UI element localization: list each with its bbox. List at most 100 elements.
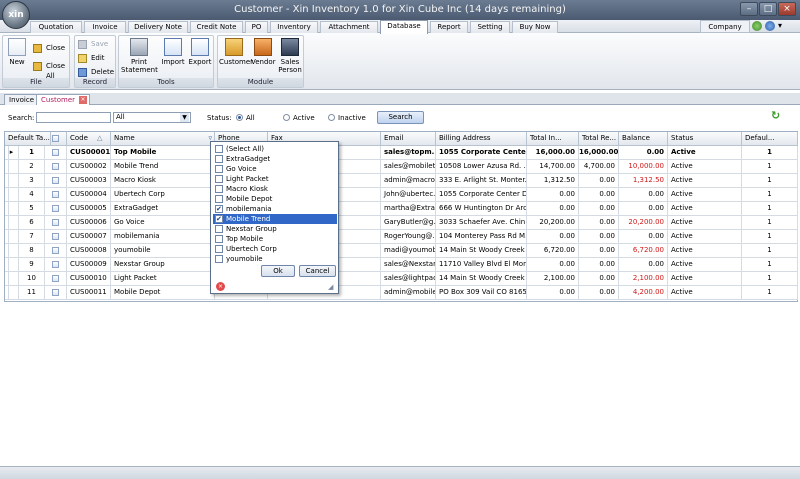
tab-quotation[interactable]: Quotation — [30, 21, 82, 33]
tab-report[interactable]: Report — [430, 21, 468, 33]
column-header-status[interactable]: Status — [668, 132, 742, 146]
row-checkbox[interactable] — [52, 275, 59, 282]
column-header-name[interactable]: Name ▿ — [111, 132, 215, 146]
row-select-cell[interactable] — [45, 258, 67, 272]
print-statement-button[interactable]: Print Statement — [121, 38, 158, 74]
row-checkbox[interactable] — [52, 219, 59, 226]
filter-checkbox[interactable] — [215, 175, 223, 183]
column-header-billing-address[interactable]: Billing Address — [436, 132, 527, 146]
filter-option[interactable]: Light Packet — [213, 174, 337, 184]
filter-option[interactable]: mobilemania — [213, 204, 337, 214]
column-header-balance[interactable]: Balance — [619, 132, 668, 146]
row-select-cell[interactable] — [45, 216, 67, 230]
filter-checkbox[interactable] — [215, 165, 223, 173]
select-all-checkbox[interactable] — [52, 135, 59, 142]
row-select-cell[interactable] — [45, 188, 67, 202]
close-all-button[interactable]: Close All — [33, 61, 69, 80]
tab-credit-note[interactable]: Credit Note — [190, 21, 243, 33]
tab-attachment[interactable]: Attachment — [320, 21, 378, 33]
row-checkbox[interactable] — [52, 191, 59, 198]
row-select-cell[interactable] — [45, 272, 67, 286]
status-inactive-radio[interactable] — [328, 114, 335, 121]
filter-option[interactable]: Mobile Depot — [213, 194, 337, 204]
filter-option[interactable]: Go Voice — [213, 164, 337, 174]
resize-grip-icon[interactable]: ◢ — [328, 283, 337, 292]
ok-button[interactable]: Ok — [261, 265, 295, 277]
row-select-cell[interactable] — [45, 286, 67, 300]
tab-invoice[interactable]: Invoice — [4, 94, 40, 105]
tab-po[interactable]: PO — [245, 21, 268, 33]
column-header-total-re[interactable]: Total Re... — [579, 132, 619, 146]
export-button[interactable]: Export — [188, 38, 212, 66]
tab-database[interactable]: Database — [380, 20, 428, 34]
filter-checkbox[interactable] — [215, 145, 223, 153]
filter-checkbox[interactable] — [215, 155, 223, 163]
row-select-cell[interactable] — [45, 146, 67, 160]
sales-person-button[interactable]: Sales Person — [277, 38, 303, 74]
row-select-cell[interactable] — [45, 202, 67, 216]
column-header-code[interactable]: Code △ — [67, 132, 111, 146]
filter-checkbox[interactable] — [215, 225, 223, 233]
row-checkbox[interactable] — [52, 177, 59, 184]
filter-checkbox[interactable] — [215, 195, 223, 203]
filter-select[interactable]: All ▼ — [113, 112, 191, 123]
filter-checkbox[interactable] — [215, 255, 223, 263]
row-select-cell[interactable] — [45, 244, 67, 258]
filter-checkbox[interactable] — [215, 214, 223, 224]
tab-delivery-note[interactable]: Delivery Note — [128, 21, 188, 33]
filter-checkbox[interactable] — [215, 235, 223, 243]
status-active-radio[interactable] — [283, 114, 290, 121]
tab-setting[interactable]: Setting — [470, 21, 510, 33]
minimize-button[interactable]: – — [740, 2, 758, 16]
new-button[interactable]: New — [5, 38, 29, 66]
close-window-button[interactable]: × — [778, 2, 796, 16]
cancel-button[interactable]: Cancel — [299, 265, 336, 277]
refresh-icon[interactable]: ↻ — [771, 110, 784, 121]
search-button[interactable]: Search — [377, 111, 424, 124]
row-checkbox[interactable] — [52, 205, 59, 212]
row-checkbox[interactable] — [52, 233, 59, 240]
tab-buy-now[interactable]: Buy Now — [512, 21, 558, 33]
tab-invoice[interactable]: Invoice — [84, 21, 126, 33]
filter-option[interactable]: (Select All) — [213, 144, 337, 154]
save-button[interactable]: Save — [78, 39, 108, 49]
filter-option[interactable]: Macro Kiosk — [213, 184, 337, 194]
close-button[interactable]: Close — [33, 43, 65, 53]
column-header-defaul[interactable]: Defaul... — [742, 132, 798, 146]
clear-filter-icon[interactable]: × — [216, 282, 225, 291]
filter-option[interactable]: Mobile Trend — [213, 214, 337, 224]
status-all-radio[interactable] — [236, 114, 243, 121]
column-header-total-in[interactable]: Total In... — [527, 132, 579, 146]
globe-icon[interactable] — [752, 21, 762, 31]
column-header-email[interactable]: Email — [381, 132, 436, 146]
app-logo[interactable]: xin — [2, 1, 30, 29]
search-input[interactable] — [36, 112, 111, 123]
filter-checkbox[interactable] — [215, 245, 223, 253]
row-select-cell[interactable] — [45, 230, 67, 244]
delete-button[interactable]: Delete — [78, 67, 114, 77]
row-checkbox[interactable] — [52, 247, 59, 254]
row-checkbox[interactable] — [52, 289, 59, 296]
filter-option[interactable]: Nexstar Group — [213, 224, 337, 234]
filter-checkbox[interactable] — [215, 204, 223, 214]
filter-option[interactable]: Ubertech Corp — [213, 244, 337, 254]
close-tab-icon[interactable]: × — [79, 96, 88, 104]
row-checkbox[interactable] — [52, 163, 59, 170]
customer-button[interactable]: Customer — [219, 38, 253, 66]
maximize-button[interactable]: □ — [759, 2, 777, 16]
tab-inventory[interactable]: Inventory — [270, 21, 318, 33]
import-button[interactable]: Import — [161, 38, 185, 66]
row-select-cell[interactable] — [45, 160, 67, 174]
row-select-cell[interactable] — [45, 174, 67, 188]
filter-option[interactable]: youmobile — [213, 254, 337, 264]
help-icon[interactable] — [765, 21, 775, 31]
column-header-default-ta[interactable]: Default Ta... — [5, 132, 51, 146]
dropdown-arrow-icon[interactable]: ▾ — [778, 21, 792, 31]
edit-button[interactable]: Edit — [78, 53, 105, 63]
row-checkbox[interactable] — [52, 149, 59, 156]
filter-option[interactable]: Top Mobile — [213, 234, 337, 244]
vendor-button[interactable]: Vendor — [251, 38, 276, 66]
filter-checkbox[interactable] — [215, 185, 223, 193]
row-checkbox[interactable] — [52, 261, 59, 268]
filter-option[interactable]: ExtraGadget — [213, 154, 337, 164]
